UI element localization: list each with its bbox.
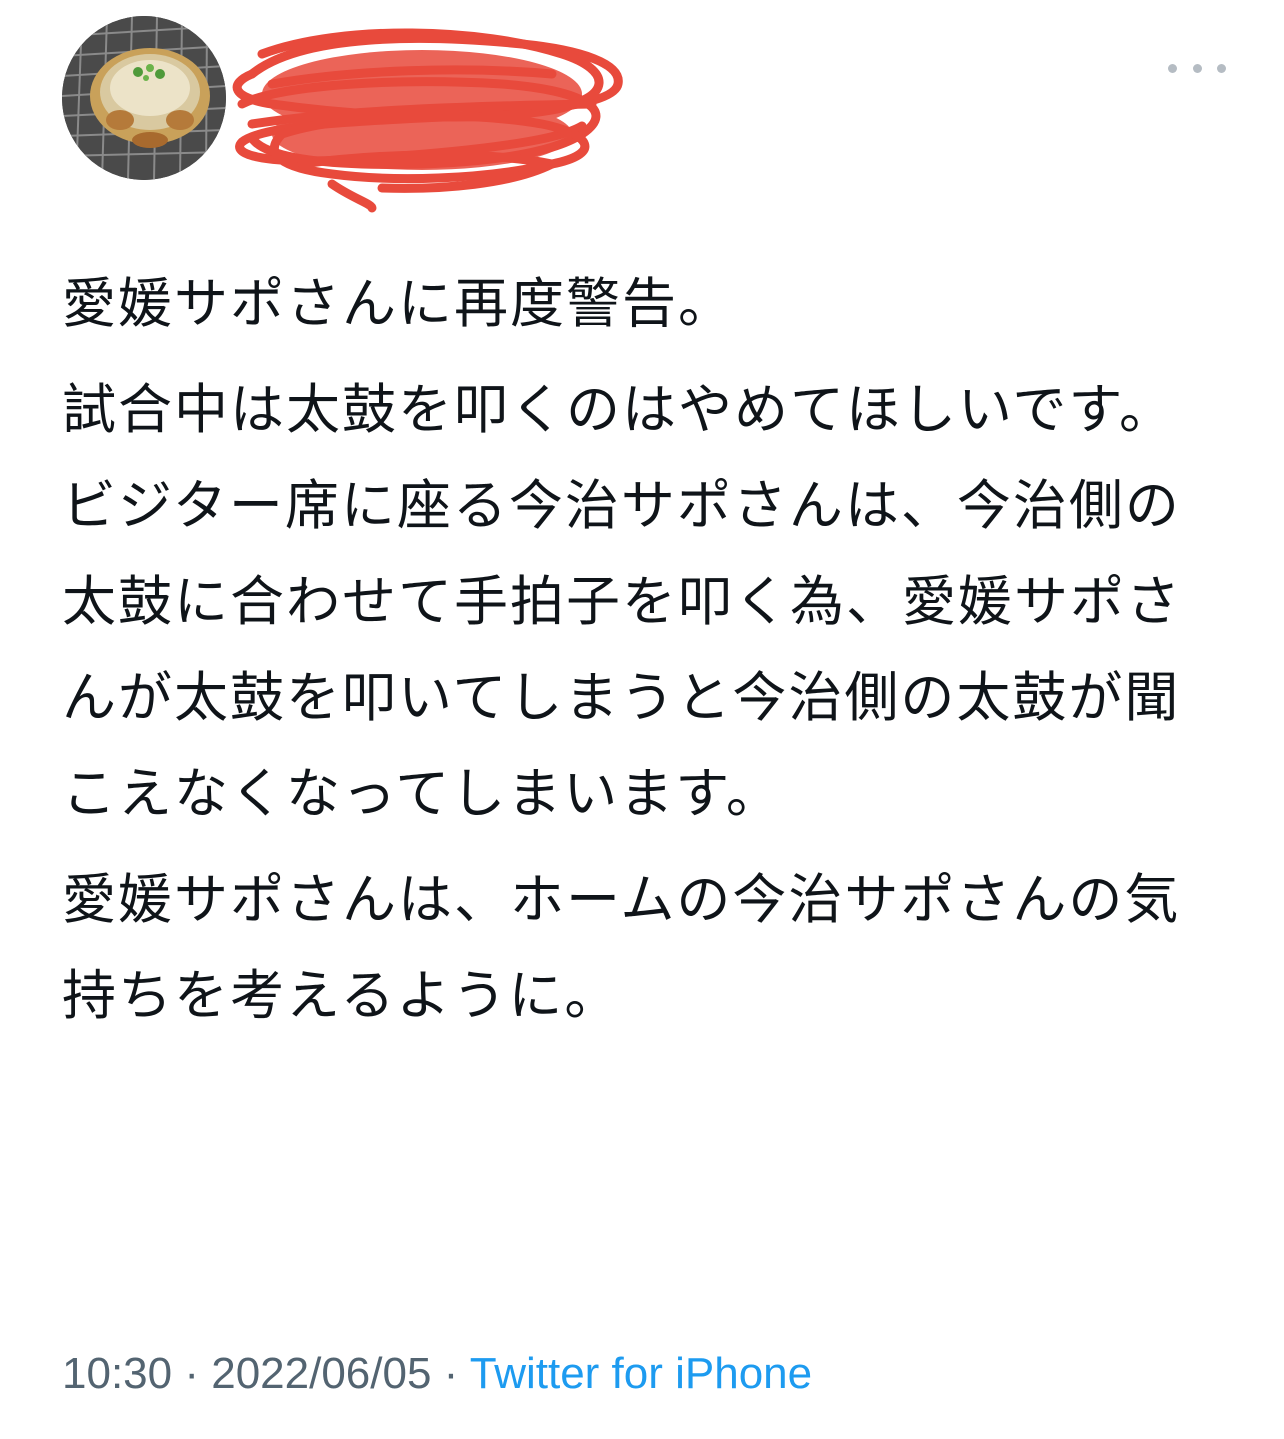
avatar-image [62,16,226,180]
tweet-card: 愛媛サポさんに再度警告。 試合中は太鼓を叩くのはやめてほしいです。 ビジター席に… [0,0,1284,1439]
tweet-paragraph-2: 試合中は太鼓を叩くのはやめてほしいです。 ビジター席に座る今治サポさんは、今治側… [62,378,1182,825]
more-horizontal-icon-dot-2 [1192,63,1202,73]
tweet-paragraph-3: 愛媛サポさんは、ホームの今治サポさんの気持ちを考えるように。 [62,868,1181,1027]
avatar[interactable] [62,16,226,180]
tweet-text: 愛媛サポさんに再度警告。 試合中は太鼓を叩くのはやめてほしいです。 ビジター席に… [62,256,1232,1044]
tweet-source-link[interactable]: Twitter for iPhone [470,1349,812,1398]
meta-separator: · [431,1349,470,1398]
more-horizontal-icon-dot-3 [1217,63,1226,73]
tweet-date[interactable]: 2022/06/05 [211,1349,431,1398]
tweet-meta: 10:30 · 2022/06/05 · Twitter for iPhone [62,1346,812,1402]
meta-separator: · [172,1349,212,1398]
tweet-time[interactable]: 10:30 [62,1349,172,1398]
redacted-username [232,28,623,213]
more-button[interactable] [1168,52,1226,84]
tweet-paragraph-1: 愛媛サポさんに再度警告。 [62,272,734,335]
more-horizontal-icon [1168,63,1177,73]
